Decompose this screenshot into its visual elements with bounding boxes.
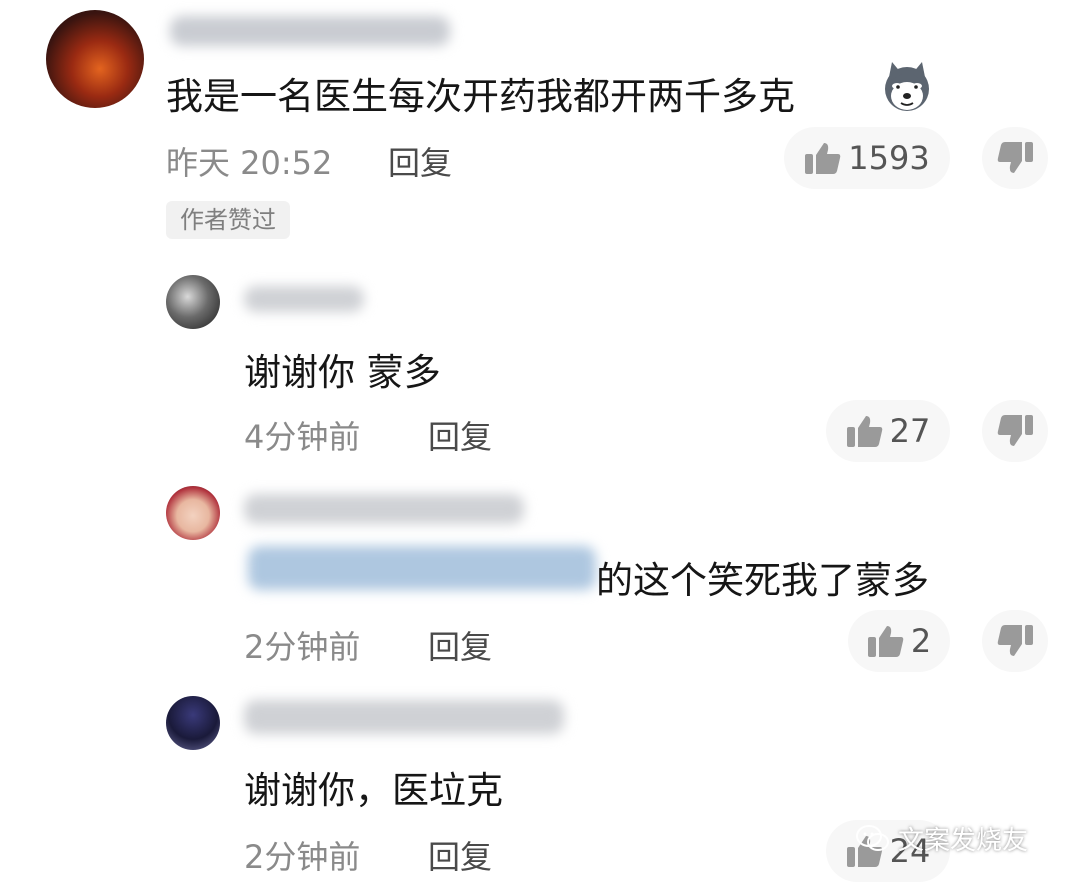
like-button[interactable]: 2 xyxy=(848,610,950,672)
watermark-text: 文案发烧友 xyxy=(898,826,1029,856)
username-blurred xyxy=(170,16,450,46)
reply-text: 谢谢你 蒙多 xyxy=(244,351,441,394)
thumbs-down-icon xyxy=(996,624,1034,658)
author-liked-badge: 作者赞过 xyxy=(166,201,290,239)
reply-time: 2分钟前 xyxy=(244,628,361,666)
wechat-icon xyxy=(856,824,890,853)
like-count: 2 xyxy=(910,622,932,660)
thumbs-down-icon xyxy=(996,141,1034,175)
username-blurred xyxy=(244,700,564,734)
like-button[interactable]: 27 xyxy=(826,400,950,462)
reply-time: 2分钟前 xyxy=(244,838,361,876)
dislike-button[interactable] xyxy=(982,610,1048,672)
username-blurred xyxy=(244,494,524,524)
watermark: 文案发烧友 xyxy=(856,820,1028,857)
reply-button[interactable]: 回复 xyxy=(428,832,492,878)
dislike-button[interactable] xyxy=(982,127,1048,189)
avatar[interactable] xyxy=(46,10,144,108)
thumbs-up-icon xyxy=(846,414,884,448)
like-count: 27 xyxy=(889,412,931,450)
mention-blurred[interactable] xyxy=(248,546,596,590)
reply-text: 谢谢你，医垃克 xyxy=(244,769,503,812)
thumbs-up-icon xyxy=(867,624,905,658)
like-button[interactable]: 1593 xyxy=(784,127,950,189)
avatar[interactable] xyxy=(166,275,220,329)
reply-text: 的这个笑死我了蒙多 xyxy=(596,559,929,602)
reply-button[interactable]: 回复 xyxy=(388,138,452,184)
thumbs-down-icon xyxy=(996,414,1034,448)
reply-button[interactable]: 回复 xyxy=(428,412,492,458)
comment-time: 昨天 20:52 xyxy=(166,144,333,182)
dislike-button[interactable] xyxy=(982,400,1048,462)
husky-dog-emoji-icon xyxy=(880,60,934,114)
like-count: 1593 xyxy=(848,139,930,177)
comment-text: 我是一名医生每次开药我都开两千多克 xyxy=(166,75,795,118)
reply-time: 4分钟前 xyxy=(244,418,361,456)
avatar[interactable] xyxy=(166,696,220,750)
thumbs-up-icon xyxy=(804,141,842,175)
username-blurred xyxy=(244,286,364,312)
reply-button[interactable]: 回复 xyxy=(428,622,492,668)
avatar[interactable] xyxy=(166,486,220,540)
